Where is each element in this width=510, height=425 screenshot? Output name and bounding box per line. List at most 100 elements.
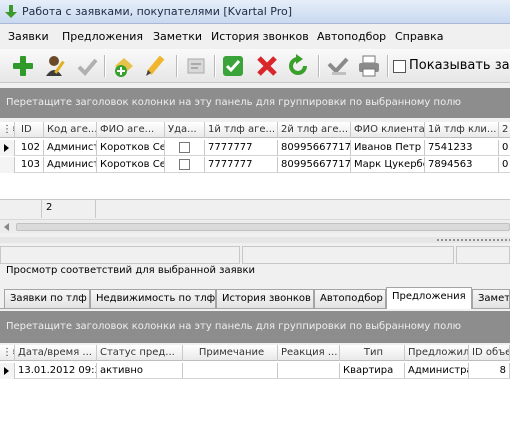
col-object-id[interactable]: ID объе [469,345,510,361]
tab-call-history[interactable]: История звонков [216,289,314,308]
col-offered-by[interactable]: Предложил [405,345,469,361]
cell-agent-phone1[interactable]: 7777777 [205,140,278,156]
toolbar-separator [214,55,215,77]
status-panels [0,246,510,264]
col-deleted[interactable]: Уда... [165,122,205,138]
cell-offer-status[interactable]: активно [97,363,183,379]
matches-section-label: Просмотр соответствий для выбранной заяв… [6,265,256,276]
deleted-checkbox[interactable] [179,142,190,153]
cell-client-phone1[interactable]: 7894563 [425,157,499,173]
cell-deleted[interactable] [165,157,205,173]
menu-notes[interactable]: Заметки [153,30,202,43]
table-row[interactable]: 103 Администр Коротков Се 7777777 809956… [0,157,510,173]
cell-client-phone2[interactable]: 0 [499,140,510,156]
offers-group-by-panel[interactable]: Перетащите заголовок колонки на эту пане… [0,311,510,343]
tab-offers[interactable]: Предложения [386,287,472,309]
col-datetime[interactable]: Дата/время ... [15,345,97,361]
tab-notes[interactable]: Заметк [472,289,510,308]
delete-icon[interactable] [255,54,279,78]
cell-client-phone1[interactable]: 7541233 [425,140,499,156]
cell-deleted[interactable] [165,140,205,156]
cell-agent-name[interactable]: Коротков Се [97,157,165,173]
print-icon[interactable] [357,54,381,78]
col-reaction[interactable]: Реакция ... [278,345,340,361]
menu-offers[interactable]: Предложения [62,30,143,43]
toolbar-separator [318,55,319,77]
deleted-checkbox[interactable] [179,159,190,170]
pencil-icon[interactable] [143,54,167,78]
cell-object-id[interactable]: 8 [469,363,510,379]
splitter[interactable] [0,237,510,243]
cell-client-name[interactable]: Марк Цукербе [351,157,425,173]
row-indicator [0,140,15,156]
add-icon[interactable] [11,54,35,78]
cell-agent-phone2[interactable]: 80995667717 [278,140,351,156]
row-count: 2 [41,200,96,218]
cell-type[interactable]: Квартира [340,363,405,379]
requests-grid-header: ⋮≡ ID Код аге... ФИО аге... Уда... 1й тл… [0,122,510,138]
add-document-icon[interactable] [112,54,136,78]
scroll-left-icon[interactable] [4,223,9,231]
col-offer-status[interactable]: Статус пред... [97,345,183,361]
user-edit-icon[interactable] [44,54,68,78]
requests-grid: ⋮≡ ID Код аге... ФИО аге... Уда... 1й тл… [0,122,510,199]
requests-footer: 2 [0,199,510,218]
column-chooser-icon[interactable]: ⋮≡ [0,345,15,361]
col-agent-phone2[interactable]: 2й тлф аге... [278,122,351,138]
col-client-phone1[interactable]: 1й тлф кли... [425,122,499,138]
check-user-icon[interactable] [75,54,99,78]
splitter-grip-icon[interactable] [436,238,510,242]
col-note[interactable]: Примечание [183,345,278,361]
export-icon[interactable] [326,54,350,78]
toolbar-separator [176,55,177,77]
cell-agent-name[interactable]: Коротков Се [97,140,165,156]
col-type[interactable]: Тип [340,345,405,361]
table-row[interactable]: 102 Администр Коротков Се 7777777 809956… [0,140,510,156]
column-chooser-icon[interactable]: ⋮≡ [0,122,15,138]
cell-reaction[interactable] [278,363,340,379]
col-agent-phone1[interactable]: 1й тлф аге... [205,122,278,138]
col-client-name[interactable]: ФИО клиента [351,122,425,138]
offers-grid-header: ⋮≡ Дата/время ... Статус пред... Примеча… [0,345,510,361]
approve-icon[interactable] [221,54,245,78]
status-panel [0,246,240,264]
table-row[interactable]: 13.01.2012 09:3 активно Квартира Админис… [0,363,510,379]
cell-agent-phone1[interactable]: 7777777 [205,157,278,173]
cell-client-name[interactable]: Иванов Петр [351,140,425,156]
show-requests-checkbox[interactable] [393,60,406,73]
col-client-phone2[interactable]: 2 [499,122,510,138]
cell-agent-phone2[interactable]: 80995667717 [278,157,351,173]
group-by-panel[interactable]: Перетащите заголовок колонки на эту пане… [0,88,510,118]
menu-requests[interactable]: Заявки [8,30,49,43]
cell-client-phone2[interactable]: 0 [499,157,510,173]
row-indicator [0,363,15,379]
cell-id[interactable]: 102 [15,140,44,156]
cell-id[interactable]: 103 [15,157,44,173]
col-agent-name[interactable]: ФИО аге... [97,122,165,138]
cell-offered-by[interactable]: Администра [405,363,469,379]
offers-grid: ⋮≡ Дата/время ... Статус пред... Примеча… [0,345,510,425]
col-agent-code[interactable]: Код аге... [44,122,97,138]
cell-datetime[interactable]: 13.01.2012 09:3 [15,363,97,379]
title-bar: Работа с заявками, покупателями [Kvartal… [0,0,510,24]
scroll-thumb[interactable] [16,223,510,231]
toolbar-separator [387,55,388,77]
tab-requests-by-phone[interactable]: Заявки по тлф [4,289,90,308]
menu-autoselect[interactable]: Автоподбор [317,30,386,43]
menu-help[interactable]: Справка [395,30,443,43]
status-panel [242,246,454,264]
menu-bar: Заявки Предложения Заметки История звонк… [0,27,510,47]
toolbar-separator [104,55,105,77]
cell-note[interactable] [183,363,278,379]
refresh-icon[interactable] [286,54,310,78]
window-title: Работа с заявками, покупателями [Kvartal… [22,5,292,18]
tab-autoselect[interactable]: Автоподбор [314,289,386,308]
menu-call-history[interactable]: История звонков [211,30,309,43]
col-id[interactable]: ID [15,122,44,138]
card-icon[interactable] [184,54,208,78]
cell-agent-code[interactable]: Администр [44,140,97,156]
app-arrow-icon [5,5,17,18]
horizontal-scrollbar[interactable] [0,219,510,233]
tab-property-by-phone[interactable]: Недвижимость по тлф [90,289,216,308]
cell-agent-code[interactable]: Администр [44,157,97,173]
